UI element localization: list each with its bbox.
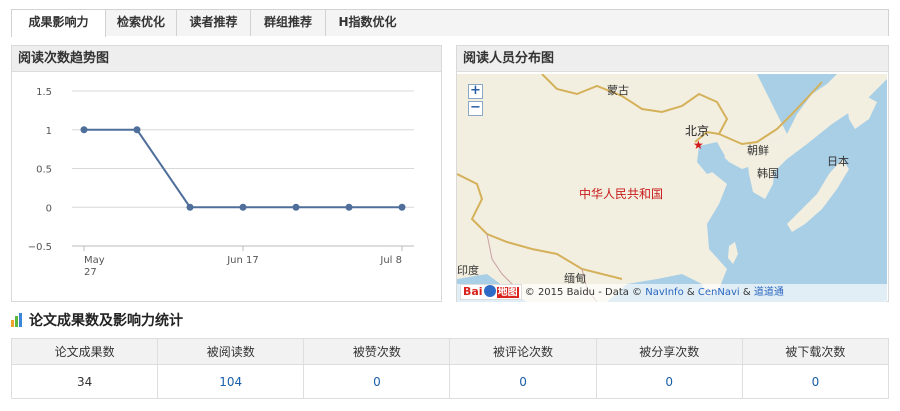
map-base: ★ xyxy=(457,74,887,302)
map-attribution: Bai 地图 © 2015 Baidu - Data © NavInfo & Ce… xyxy=(457,284,887,302)
map-panel-title: 阅读人员分布图 xyxy=(457,46,888,72)
bar-chart-icon xyxy=(11,313,25,327)
zoom-out-button[interactable]: − xyxy=(468,101,483,116)
svg-text:★: ★ xyxy=(693,138,704,152)
header-papers: 论文成果数 xyxy=(10,338,159,365)
data-point xyxy=(80,126,88,134)
value-likes[interactable]: 0 xyxy=(303,364,451,399)
baidu-map-text: 地图 xyxy=(496,287,519,298)
attribution-amp: & xyxy=(686,287,695,298)
tab-label: 成果影响力 xyxy=(28,15,89,29)
value-reads[interactable]: 104 xyxy=(157,364,305,399)
map-label-north-korea: 朝鲜 xyxy=(747,144,769,157)
stats-header-row: 论文成果数 被阅读数 被赞次数 被评论次数 被分享次数 被下载次数 xyxy=(10,338,890,365)
value-papers: 34 xyxy=(10,364,159,399)
tab-label: H指数优化 xyxy=(338,15,397,29)
tab-reader-recommend[interactable]: 读者推荐 xyxy=(176,9,251,36)
tab-impact[interactable]: 成果影响力 xyxy=(11,9,106,37)
map-canvas[interactable]: ★ 蒙古 北京 朝鲜 韩国 日本 中华人民共和国 印度 缅甸 + − Bai 地图… xyxy=(457,74,887,302)
tab-h-index[interactable]: H指数优化 xyxy=(325,9,410,36)
value-downloads[interactable]: 0 xyxy=(741,364,890,399)
zoom-out-icon: − xyxy=(470,100,481,115)
y-tick-label: −0.5 xyxy=(28,242,52,253)
y-tick-label: 0.5 xyxy=(36,165,52,176)
trend-chart: 1.5 1 0.5 0 −0.5 May27 Jun 17 Jul 8 xyxy=(28,87,414,278)
stats-table: 论文成果数 被阅读数 被赞次数 被评论次数 被分享次数 被下载次数 34 104… xyxy=(10,338,890,399)
header-shares: 被分享次数 xyxy=(595,338,743,365)
map-label-beijing: 北京 xyxy=(685,124,710,138)
baidu-logo: Bai 地图 xyxy=(460,284,522,300)
y-tick-label: 1.5 xyxy=(36,87,52,98)
tab-bar-filler xyxy=(409,9,889,36)
data-point xyxy=(186,203,194,211)
stats-section-title: 论文成果数及影响力统计 xyxy=(11,311,183,331)
map-label-mongolia: 蒙古 xyxy=(607,84,629,97)
value-shares[interactable]: 0 xyxy=(595,364,743,399)
y-tick-label: 1 xyxy=(46,126,52,137)
data-point xyxy=(345,203,353,211)
value-comments[interactable]: 0 xyxy=(449,364,597,399)
y-tick-label: 0 xyxy=(46,203,52,214)
x-tick-label: May xyxy=(84,255,105,266)
attribution-amp: & xyxy=(742,287,751,298)
x-tick-label: Jun 17 xyxy=(226,255,259,266)
tab-label: 读者推荐 xyxy=(189,15,238,29)
baidu-paw-icon xyxy=(483,285,496,297)
stats-value-row: 34 104 0 0 0 0 xyxy=(10,364,890,399)
data-point xyxy=(133,126,141,134)
header-comments: 被评论次数 xyxy=(449,338,597,365)
trend-panel-title: 阅读次数趋势图 xyxy=(12,46,441,72)
map-label-japan: 日本 xyxy=(827,155,849,168)
navinfo-link[interactable]: NavInfo xyxy=(645,287,683,298)
zoom-in-button[interactable]: + xyxy=(468,84,483,99)
cennavi-link[interactable]: CenNavi xyxy=(698,287,740,298)
map-label-india: 印度 xyxy=(457,264,479,277)
trend-panel: 阅读次数趋势图 1.5 1 0.5 0 −0.5 May 27 Jun 17 Jul 8 xyxy=(11,45,442,302)
tab-bar: 成果影响力 检索优化 读者推荐 群组推荐 H指数优化 xyxy=(11,9,889,37)
header-reads: 被阅读数 xyxy=(157,338,305,365)
header-likes: 被赞次数 xyxy=(303,338,451,365)
attribution-text: © 2015 Baidu - Data © xyxy=(524,287,643,298)
tab-label: 检索优化 xyxy=(116,15,165,29)
header-downloads: 被下载次数 xyxy=(741,338,890,365)
x-tick-label: Jul 8 xyxy=(379,255,402,266)
tab-search-optimization[interactable]: 检索优化 xyxy=(105,9,177,36)
map-panel: 阅读人员分布图 ★ 蒙古 北京 朝鲜 韩国 日本 中华人民共和国 印度 缅甸 +… xyxy=(456,45,889,302)
zoom-in-icon: + xyxy=(470,83,481,98)
tab-label: 群组推荐 xyxy=(263,15,312,29)
x-tick-label: 27 xyxy=(84,267,97,278)
tab-group-recommend[interactable]: 群组推荐 xyxy=(250,9,326,36)
data-point xyxy=(292,203,300,211)
data-point xyxy=(239,203,247,211)
map-label-china: 中华人民共和国 xyxy=(579,187,664,201)
baidu-logo-text: Bai xyxy=(463,285,483,298)
stats-title-text: 论文成果数及影响力统计 xyxy=(29,313,183,329)
daodaotong-link[interactable]: 道道通 xyxy=(754,287,784,298)
map-label-south-korea: 韩国 xyxy=(757,167,779,180)
data-point xyxy=(398,203,406,211)
